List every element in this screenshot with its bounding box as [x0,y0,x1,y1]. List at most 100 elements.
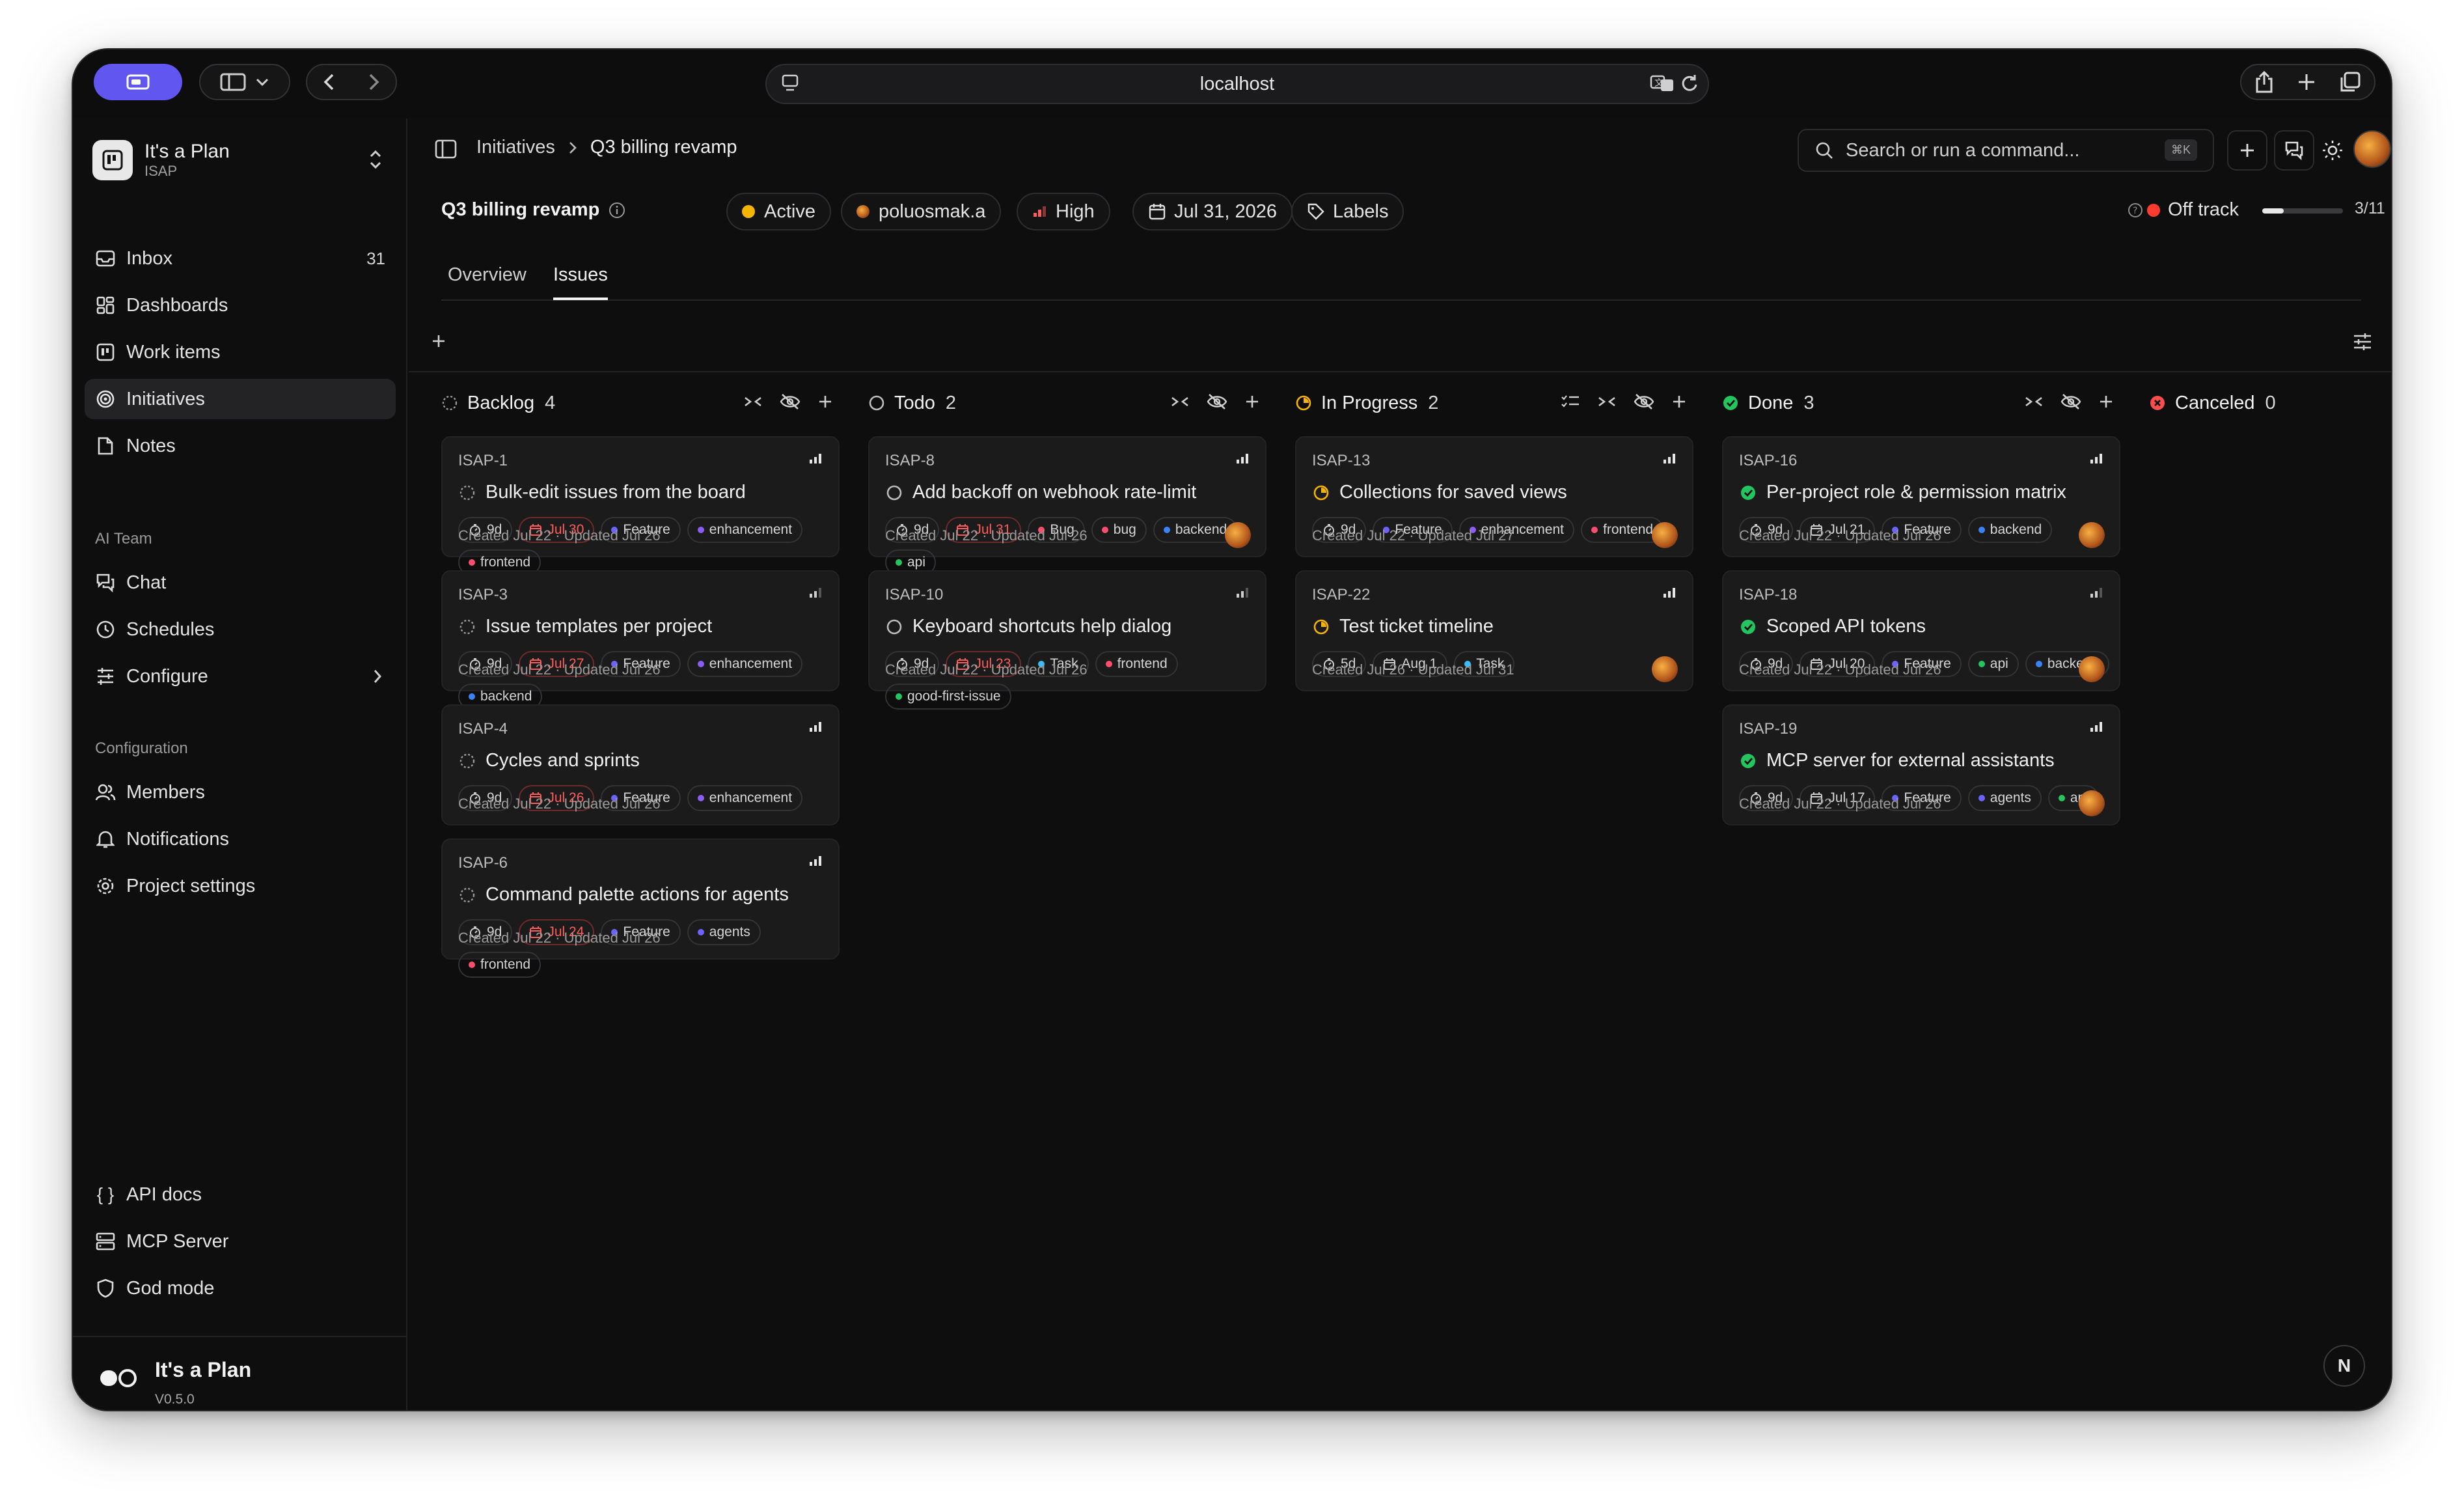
issue-card[interactable]: ISAP-18 Scoped API tokens 9d Jul 20 Feature a… [1722,570,2120,691]
due-date-chip[interactable]: Jul 31, 2026 [1132,193,1293,230]
assignee-avatar[interactable] [1652,522,1678,548]
collapse-icon[interactable] [1170,393,1190,415]
new-tab-icon[interactable] [2296,72,2317,92]
issue-card[interactable]: ISAP-10 Keyboard shortcuts help dialog 9d J… [868,570,1266,710]
sidebar-item-label: Chat [126,572,167,593]
sidebar-item-inbox[interactable]: Inbox 31 [85,238,396,279]
collapse-icon[interactable] [1597,393,1617,415]
theme-toggle-button[interactable] [2320,130,2346,171]
forward-icon[interactable] [366,72,381,92]
hide-column-icon[interactable] [1207,393,1227,415]
sidebar-item-label: Members [126,781,205,803]
status-label: Active [764,201,815,222]
issue-card[interactable]: ISAP-16 Per-project role & permission mat… [1722,436,2120,557]
breadcrumb-initiatives[interactable]: Initiatives [476,137,555,158]
profile-button[interactable] [94,64,182,100]
priority-icon [808,720,824,736]
sidebar-item-configure[interactable]: Configure [85,656,396,697]
labels-chip[interactable]: Labels [1291,193,1404,230]
sidebar-item-notes[interactable]: Notes [85,426,396,466]
sidebar-item-mcp-server[interactable]: MCP Server [85,1221,396,1262]
label-dot [2035,661,2042,667]
tabs-overview-icon[interactable] [2339,71,2361,93]
issue-card[interactable]: ISAP-6 Command palette actions for agents… [441,838,840,978]
share-icon[interactable] [2254,70,2274,94]
back-icon[interactable] [322,72,337,92]
owner-label: poluosmak.a [879,201,986,222]
issue-card[interactable]: ISAP-13 Collections for saved views 9d Feat… [1295,436,1693,557]
browser-actions [2240,64,2375,100]
checklist-icon[interactable] [1561,393,1580,415]
priority-icon [808,854,824,870]
panel-toggle-icon[interactable] [435,139,457,159]
label-text: enhancement [709,656,793,671]
collapse-icon[interactable] [2024,393,2044,415]
tab-overview[interactable]: Overview [448,264,527,298]
workspace-switcher[interactable]: It's a Plan ISAP [92,134,392,186]
status-done-icon [1739,752,1757,770]
add-issue-icon[interactable] [817,393,833,415]
sidebar-item-chat[interactable]: Chat [85,562,396,603]
sidebar-item-notifications[interactable]: Notifications [85,819,396,859]
sidebar-item-work-items[interactable]: Work items [85,332,396,372]
issue-card[interactable]: ISAP-3 Issue templates per project 9d Jul 2… [441,570,840,710]
assignee-avatar[interactable] [1652,656,1678,682]
status-backlog-icon [458,484,476,502]
hide-column-icon[interactable] [780,393,801,415]
priority-chip[interactable]: High [1017,193,1110,230]
sidebar-item-members[interactable]: Members [85,772,396,812]
issue-title-text: Command palette actions for agents [486,884,789,905]
issue-card[interactable]: ISAP-1 Bulk-edit issues from the board 9d J… [441,436,840,575]
collapse-icon[interactable] [743,393,763,415]
issue-card[interactable]: ISAP-22 Test ticket timeline 5d Aug 1 Task Cr… [1295,570,1693,691]
sidebar-item-god-mode[interactable]: God mode [85,1268,396,1308]
search-icon [1816,142,1833,159]
add-issue-icon[interactable] [1244,393,1260,415]
command-search[interactable]: Search or run a command... ⌘K [1798,129,2214,172]
sidebar-toggle-button[interactable] [199,64,290,100]
user-avatar[interactable] [2353,130,2391,168]
chat-button[interactable] [2274,130,2314,171]
tab-issues[interactable]: Issues [553,264,608,300]
breadcrumb: Initiatives Q3 billing revamp [476,137,737,158]
column-header: Todo 2 [868,379,1266,427]
add-issue-icon[interactable] [2098,393,2114,415]
column-title: Todo [894,392,935,413]
assignee-avatar[interactable] [1225,522,1251,548]
owner-chip[interactable]: poluosmak.a [841,193,1002,230]
hide-column-icon[interactable] [1634,393,1654,415]
health-status[interactable]: ? Off track [2128,199,2239,221]
status-todo-icon [885,618,903,636]
status-chip[interactable]: Active [726,193,831,230]
issue-title: Bulk-edit issues from the board [458,482,746,503]
issue-meta: Created Jul 22 · Updated Jul 26 [1739,661,1941,678]
sidebar-item-initiatives[interactable]: Initiatives [85,379,396,419]
url-bar[interactable]: localhost 文 [765,64,1709,104]
sidebar-item-schedules[interactable]: Schedules [85,609,396,650]
info-icon[interactable] [609,202,625,219]
assignee-avatar[interactable] [2079,790,2105,816]
add-view-icon[interactable] [431,333,446,349]
display-settings-icon[interactable] [2352,332,2373,352]
issue-title-text: Scoped API tokens [1766,616,1926,637]
add-issue-icon[interactable] [1671,393,1687,415]
sidebar-item-project-settings[interactable]: Project settings [85,866,396,906]
issue-id: ISAP-16 [1739,452,1798,469]
assignee-avatar[interactable] [2079,656,2105,682]
create-button[interactable] [2227,130,2267,171]
issue-meta: Created Jul 22 · Updated Jul 26 [458,661,661,678]
status-done-icon [1739,484,1757,502]
hide-column-icon[interactable] [2060,393,2081,415]
dev-indicator-badge[interactable]: N [2323,1345,2365,1387]
translate-icon[interactable]: 文 [1649,73,1675,94]
assignee-avatar[interactable] [2079,522,2105,548]
issue-card[interactable]: ISAP-8 Add backoff on webhook rate-limit 9… [868,436,1266,575]
label-dot [1105,661,1112,667]
issue-card[interactable]: ISAP-19 MCP server for external assistant… [1722,704,2120,825]
sidebar-item-dashboards[interactable]: Dashboards [85,285,396,325]
reload-icon[interactable] [1679,73,1700,94]
sidebar-item-api-docs[interactable]: { } API docs [85,1174,396,1215]
sidebar-item-label: Dashboards [126,294,228,316]
issue-card[interactable]: ISAP-4 Cycles and sprints 9d Jul 26 Feature e… [441,704,840,825]
issue-tags: 9d Jul 27 Feature enhancement backend [458,651,829,710]
